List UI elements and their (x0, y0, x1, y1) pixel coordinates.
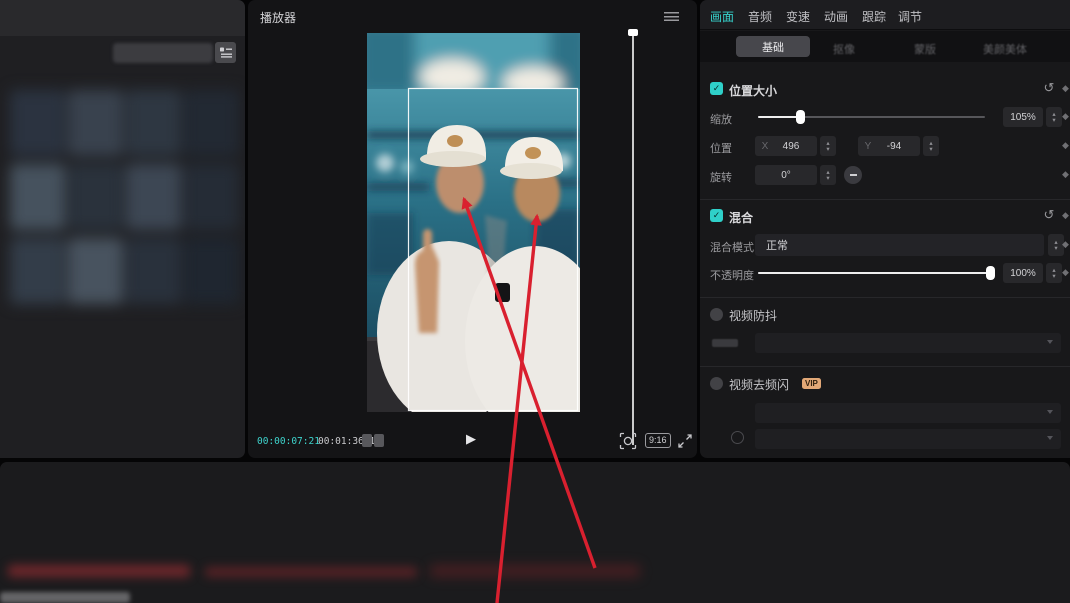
subtab-basic[interactable]: 基础 (736, 36, 810, 57)
blurred-thumbnail[interactable] (10, 164, 65, 230)
blend-checkbox[interactable]: ✓ (710, 209, 723, 222)
blurred-thumbnail[interactable] (126, 238, 181, 304)
preview-vertical-scrollbar[interactable] (632, 33, 634, 445)
preview-quality-icon[interactable] (619, 432, 637, 450)
view-toggle-button[interactable] (215, 42, 236, 63)
subtab-beauty[interactable]: 美颜美体 (983, 41, 1027, 57)
video-frame-content (367, 33, 580, 412)
keyframe-icon[interactable]: ◆ (1062, 140, 1069, 151)
subtab-mask[interactable]: 蒙版 (914, 41, 936, 57)
position-size-title: 位置大小 (729, 82, 777, 99)
blurred-thumbnail[interactable] (68, 90, 123, 156)
blurred-thumbnail[interactable] (126, 164, 181, 230)
inspector-tab-bar: 画面 音频 变速 动画 跟踪 调节 (700, 0, 1070, 30)
blurred-thumbnail[interactable] (184, 238, 239, 304)
play-button[interactable]: ▶ (466, 431, 476, 447)
player-menu-icon[interactable] (664, 12, 679, 21)
track-clip-blurred (0, 592, 130, 603)
rotation-label: 旋转 (710, 169, 732, 185)
reset-icon[interactable]: ↺ (1042, 80, 1056, 96)
blend-title: 混合 (729, 209, 753, 226)
opacity-value[interactable]: 100% (1003, 263, 1043, 283)
blend-mode-label: 混合模式 (710, 239, 754, 255)
inspector-subtab-bar: 基础 抠像 蒙版 美颜美体 (700, 31, 1070, 62)
player-title: 播放器 (260, 9, 296, 26)
list-view-icon (220, 47, 232, 58)
opacity-stepper[interactable]: ▴▾ (1046, 263, 1062, 283)
blurred-thumbnail[interactable] (68, 238, 123, 304)
scale-label: 缩放 (710, 111, 732, 127)
position-size-checkbox[interactable]: ✓ (710, 82, 723, 95)
inspector-panel: 画面 音频 变速 动画 跟踪 调节 基础 抠像 蒙版 美颜美体 ✓ 位置大小 ↺… (700, 0, 1070, 458)
deflicker-level-select[interactable] (755, 429, 1061, 449)
scale-value[interactable]: 105% (1003, 107, 1043, 127)
reset-icon[interactable]: ↺ (1042, 207, 1056, 223)
tab-speed[interactable]: 变速 (786, 8, 810, 25)
keyframe-icon[interactable]: ◆ (1062, 169, 1069, 180)
rotation-dial[interactable] (844, 166, 862, 184)
video-preview[interactable] (367, 33, 580, 412)
video-editor-app: 播放器 (0, 0, 1070, 603)
rotation-value[interactable]: 0° (755, 165, 817, 185)
position-y-field[interactable]: Y-94 (858, 136, 920, 156)
tab-audio[interactable]: 音频 (748, 8, 772, 25)
subtitle-track-blurred (8, 565, 190, 577)
search-input[interactable] (113, 43, 213, 63)
frame-view-icon[interactable] (362, 434, 384, 447)
opacity-slider[interactable] (758, 272, 995, 274)
fullscreen-icon[interactable] (676, 432, 694, 450)
keyframe-icon[interactable]: ◆ (1062, 111, 1069, 122)
blurred-thumbnail[interactable] (184, 90, 239, 156)
subtitle-track-blurred (205, 567, 417, 577)
keyframe-icon[interactable]: ◆ (1062, 267, 1069, 278)
keyframe-icon[interactable]: ◆ (1062, 210, 1069, 221)
blend-mode-select[interactable]: 正常 (755, 234, 1044, 256)
aspect-ratio-button[interactable]: 9:16 (645, 433, 671, 448)
blurred-thumbnail[interactable] (10, 238, 65, 304)
deflicker-mode-select[interactable] (755, 403, 1061, 423)
blurred-thumbnail[interactable] (68, 164, 123, 230)
media-library-panel (0, 0, 245, 458)
subtab-cutout[interactable]: 抠像 (833, 41, 855, 57)
position-x-stepper[interactable]: ▴▾ (820, 136, 836, 156)
timeline-panel (0, 462, 1070, 603)
stabilize-checkbox[interactable] (710, 308, 723, 321)
position-label: 位置 (710, 140, 732, 156)
lavalier-mic (495, 283, 510, 302)
tab-adjust[interactable]: 调节 (898, 8, 922, 25)
stabilize-sub-label-blurred (712, 339, 738, 347)
scale-stepper[interactable]: ▴▾ (1046, 107, 1062, 127)
vip-badge: VIP (802, 378, 821, 389)
keyframe-icon[interactable]: ◆ (1062, 83, 1069, 94)
scale-slider-knob[interactable] (796, 110, 805, 124)
opacity-label: 不透明度 (710, 267, 754, 283)
deflicker-option-icon (731, 431, 744, 444)
tab-picture[interactable]: 画面 (710, 8, 734, 25)
media-thumbnails-blurred (4, 78, 241, 328)
rotation-stepper[interactable]: ▴▾ (820, 165, 836, 185)
stabilize-title: 视频防抖 (729, 307, 777, 324)
preview-scrollbar-thumb[interactable] (628, 29, 638, 36)
stabilize-level-select[interactable] (755, 333, 1061, 353)
blurred-thumbnail[interactable] (184, 164, 239, 230)
tab-animation[interactable]: 动画 (824, 8, 848, 25)
subtitle-track-blurred (430, 565, 640, 577)
position-y-stepper[interactable]: ▴▾ (923, 136, 939, 156)
tab-tracking[interactable]: 跟踪 (862, 8, 886, 25)
player-panel: 播放器 (248, 0, 697, 458)
deflicker-title: 视频去频闪 (729, 376, 789, 393)
keyframe-icon[interactable]: ◆ (1062, 239, 1069, 250)
position-x-field[interactable]: X496 (755, 136, 817, 156)
current-timecode: 00:00:07:21 (257, 436, 320, 447)
deflicker-checkbox[interactable] (710, 377, 723, 390)
blurred-thumbnail[interactable] (126, 90, 181, 156)
scale-slider[interactable] (758, 116, 985, 118)
opacity-slider-knob[interactable] (986, 266, 995, 280)
media-panel-header (0, 0, 245, 36)
blurred-thumbnail[interactable] (10, 90, 65, 156)
